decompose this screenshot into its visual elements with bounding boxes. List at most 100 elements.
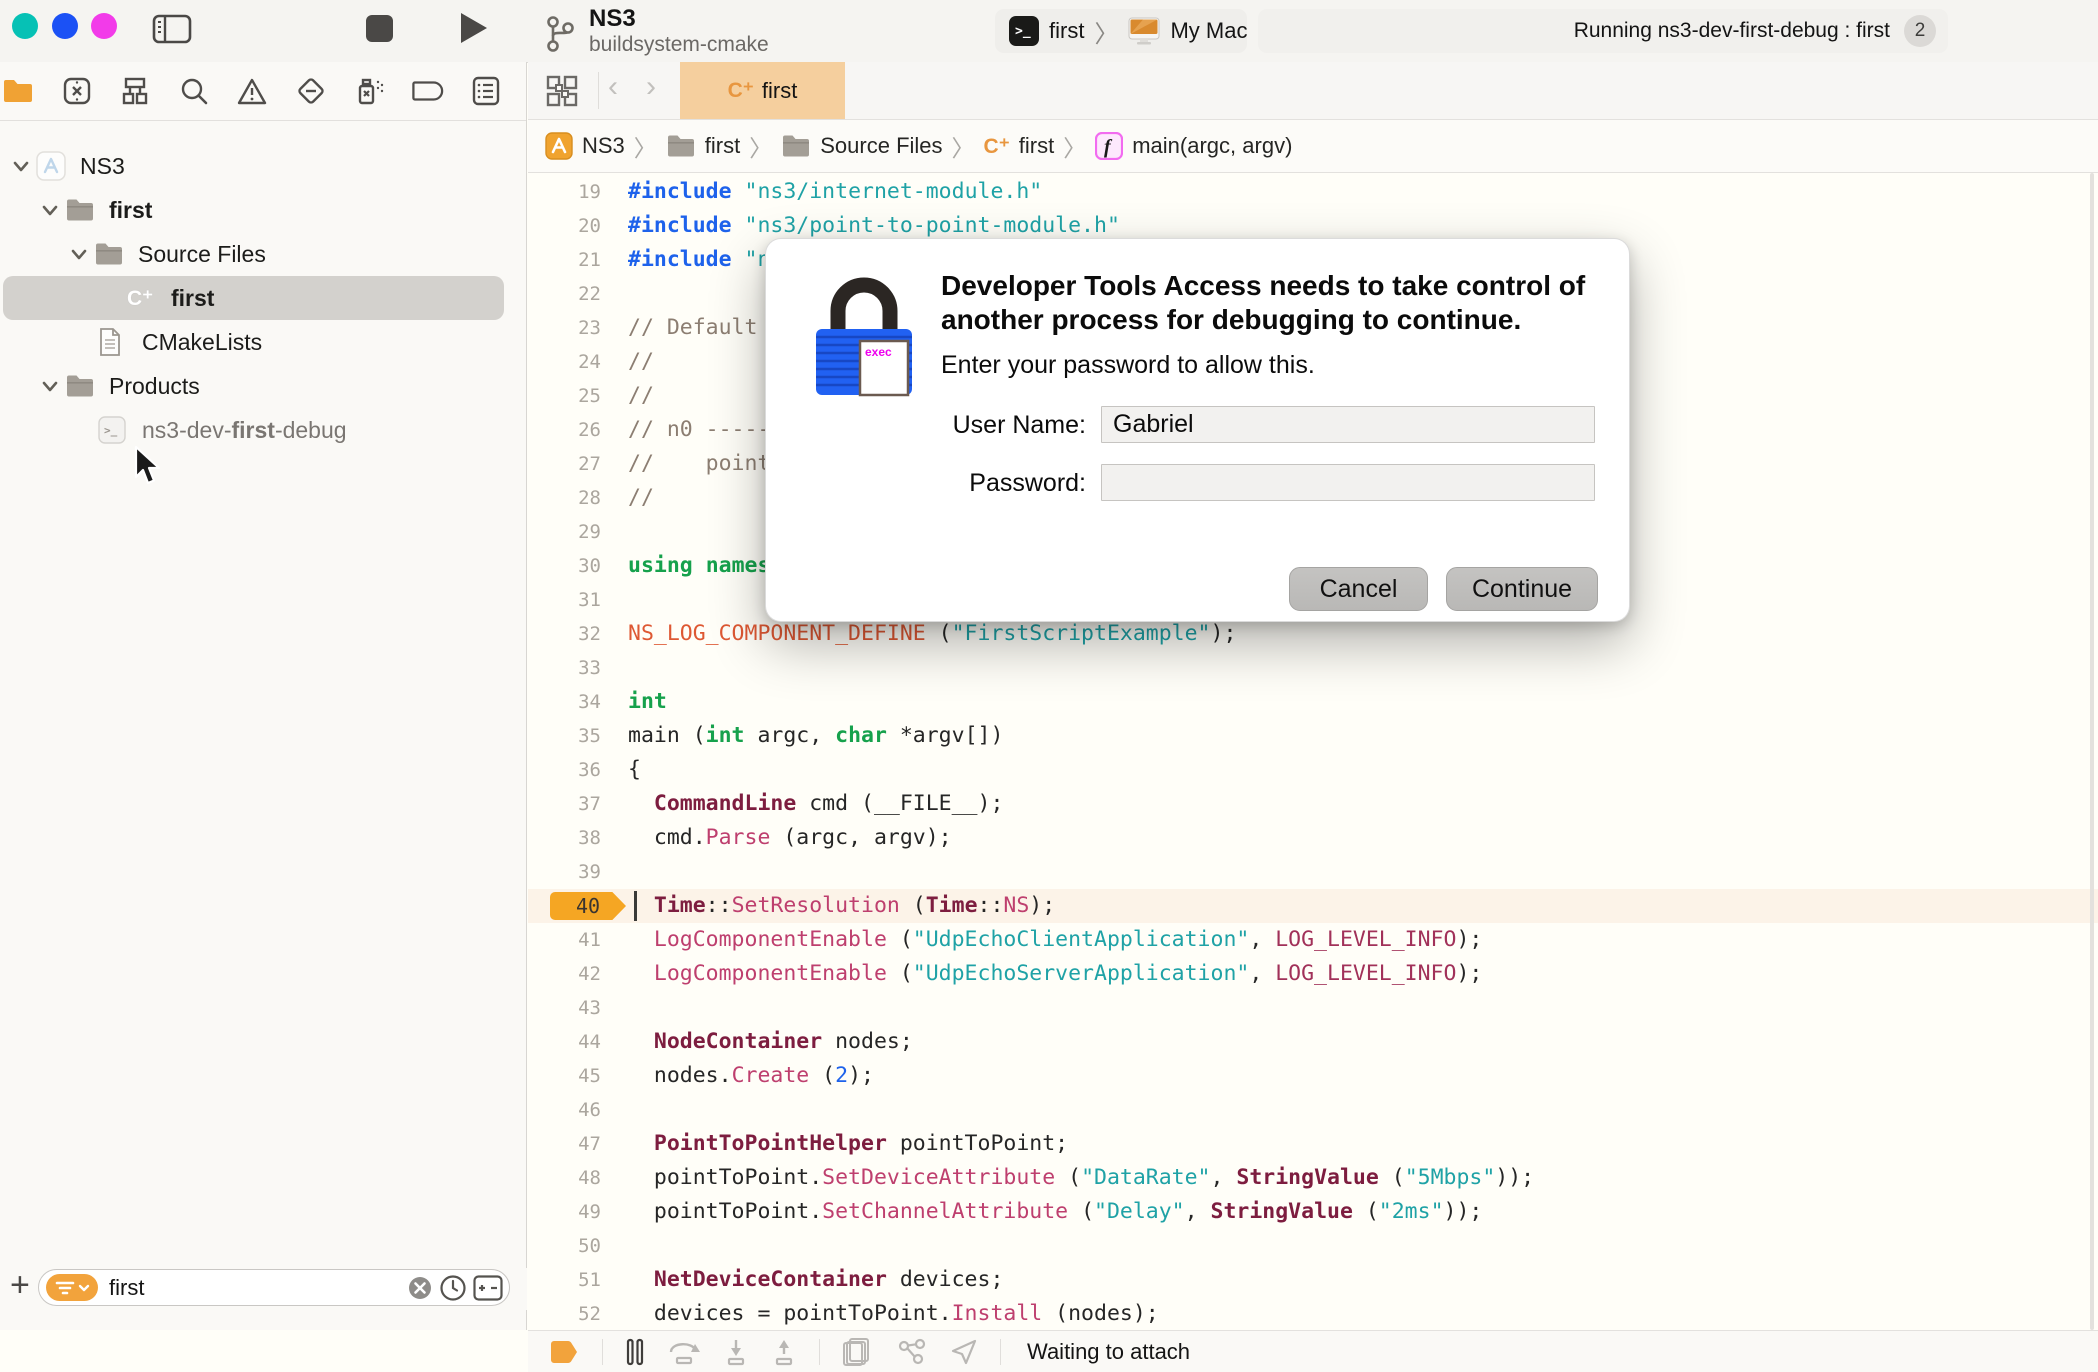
crash-icon[interactable] [61,75,93,107]
code-line-42[interactable]: 42 LogComponentEnable ("UdpEchoServerApp… [528,957,2098,991]
line-number[interactable]: 29 [528,515,601,549]
line-number[interactable]: 41 [528,923,601,957]
code-line-52[interactable]: 52 devices = pointToPoint.Install (nodes… [528,1297,2098,1331]
chevron-down-icon[interactable] [39,364,61,408]
username-field[interactable]: Gabriel [1101,406,1595,443]
breadcrumb-item[interactable]: first [1019,133,1054,159]
step-out-icon[interactable] [771,1338,797,1366]
line-number[interactable]: 48 [528,1161,601,1195]
code-line-49[interactable]: 49 pointToPoint.SetChannelAttribute ("De… [528,1195,2098,1229]
code-line-51[interactable]: 51 NetDeviceContainer devices; [528,1263,2098,1297]
line-number[interactable]: 49 [528,1195,601,1229]
back-chevron-icon[interactable]: ‹ [608,70,618,104]
scheme-destination[interactable]: My Mac [1170,18,1247,44]
code-line-44[interactable]: 44 NodeContainer nodes; [528,1025,2098,1059]
pause-icon[interactable] [625,1338,645,1366]
code-line-50[interactable]: 50 [528,1229,2098,1263]
line-number[interactable]: 26 [528,413,601,447]
code-line-41[interactable]: 41 LogComponentEnable ("UdpEchoClientApp… [528,923,2098,957]
line-number[interactable]: 30 [528,549,601,583]
code-line-46[interactable]: 46 [528,1093,2098,1127]
line-number[interactable]: 39 [528,855,601,889]
sidebar-item-ns3-dev-first-debug[interactable]: >_ ns3-dev-first -debug [0,408,526,452]
line-number[interactable]: 21 [528,243,601,277]
code-line-19[interactable]: 19 #include "ns3/internet-module.h" [528,175,2098,209]
run-button[interactable] [461,13,487,43]
line-number[interactable]: 35 [528,719,601,753]
breakpoint-badge[interactable]: 40 [550,892,626,920]
source-control-status-icon[interactable] [473,1274,503,1301]
code-line-43[interactable]: 43 [528,991,2098,1025]
window-minimize-button[interactable] [52,13,78,39]
code-line-40[interactable]: 40 Time::SetResolution (Time::NS); [528,889,2098,923]
recent-files-clock-icon[interactable] [439,1274,467,1302]
line-number[interactable]: 20 [528,209,601,243]
breadcrumb-item[interactable]: NS3 [582,133,625,159]
window-zoom-button[interactable] [91,13,117,39]
step-into-icon[interactable] [723,1338,749,1366]
code-line-47[interactable]: 47 PointToPointHelper pointToPoint; [528,1127,2098,1161]
code-line-45[interactable]: 45 nodes.Create (2); [528,1059,2098,1093]
sidebar-toggle-icon[interactable] [152,14,192,44]
report-icon[interactable] [470,75,502,107]
scheme-selector[interactable]: >_ first 〉 My Mac [995,9,1247,53]
issue-count-badge[interactable]: 2 [1904,15,1936,47]
search-icon[interactable] [178,75,210,107]
editor-scrollbar[interactable] [2090,173,2094,1330]
window-close-button[interactable] [12,13,38,39]
line-number[interactable]: 24 [528,345,601,379]
line-number[interactable]: 38 [528,821,601,855]
sidebar-item-first[interactable]: first [0,188,526,232]
sidebar-item-products[interactable]: Products [0,364,526,408]
code-line-38[interactable]: 38 cmd.Parse (argc, argv); [528,821,2098,855]
scheme-target[interactable]: first [1049,18,1084,44]
line-number[interactable]: 27 [528,447,601,481]
line-number[interactable]: 36 [528,753,601,787]
chevron-down-icon[interactable] [10,144,32,188]
line-number[interactable]: 34 [528,685,601,719]
sidebar-item-source-files[interactable]: Source Files [0,232,526,276]
stop-button[interactable] [366,15,393,42]
line-number[interactable]: 52 [528,1297,601,1331]
breakpoint-tag-icon[interactable] [411,75,444,107]
code-line-32[interactable]: 32 NS_LOG_COMPONENT_DEFINE ("FirstScriptE… [528,617,2098,651]
code-line-48[interactable]: 48 pointToPoint.SetDeviceAttribute ("Dat… [528,1161,2098,1195]
view-hierarchy-icon[interactable] [842,1337,874,1367]
code-line-39[interactable]: 39 [528,855,2098,889]
sidebar-item-first[interactable]: C⁺ first [0,276,526,320]
issues-icon[interactable] [236,75,268,107]
line-number[interactable]: 42 [528,957,601,991]
filter-input-value[interactable]: first [109,1275,407,1301]
chevron-down-icon[interactable] [39,188,61,232]
line-number[interactable]: 46 [528,1093,601,1127]
continue-button[interactable]: Continue [1446,567,1598,611]
sidebar-item-ns3[interactable]: NS3 [0,144,526,188]
simulate-location-icon[interactable] [950,1338,978,1366]
code-line-36[interactable]: 36 { [528,753,2098,787]
line-number[interactable]: 47 [528,1127,601,1161]
tab-first[interactable]: C⁺ first [680,62,845,119]
password-field[interactable] [1101,464,1595,501]
line-number[interactable]: 45 [528,1059,601,1093]
chevron-down-icon[interactable] [68,232,90,276]
line-number[interactable]: 32 [528,617,601,651]
line-number[interactable]: 31 [528,583,601,617]
breadcrumb-item[interactable]: first [705,133,740,159]
related-items-icon[interactable] [545,74,579,108]
breakpoints-toggle-icon[interactable] [550,1339,580,1365]
line-number[interactable]: 50 [528,1229,601,1263]
line-number[interactable]: 19 [528,175,601,209]
line-number[interactable]: 25 [528,379,601,413]
line-number[interactable]: 37 [528,787,601,821]
line-number[interactable]: 51 [528,1263,601,1297]
debug-gauge-icon[interactable] [353,75,385,107]
clear-filter-icon[interactable] [407,1275,433,1301]
breadcrumb-item[interactable]: Source Files [820,133,942,159]
code-line-35[interactable]: 35 main (int argc, char *argv[]) [528,719,2098,753]
line-number[interactable]: 23 [528,311,601,345]
breadcrumb-item[interactable]: main(argc, argv) [1132,133,1292,159]
code-line-34[interactable]: 34 int [528,685,2098,719]
forward-chevron-icon[interactable]: › [646,70,656,104]
add-button[interactable]: + [10,1266,30,1305]
project-navigator-folder-icon[interactable] [2,75,34,107]
